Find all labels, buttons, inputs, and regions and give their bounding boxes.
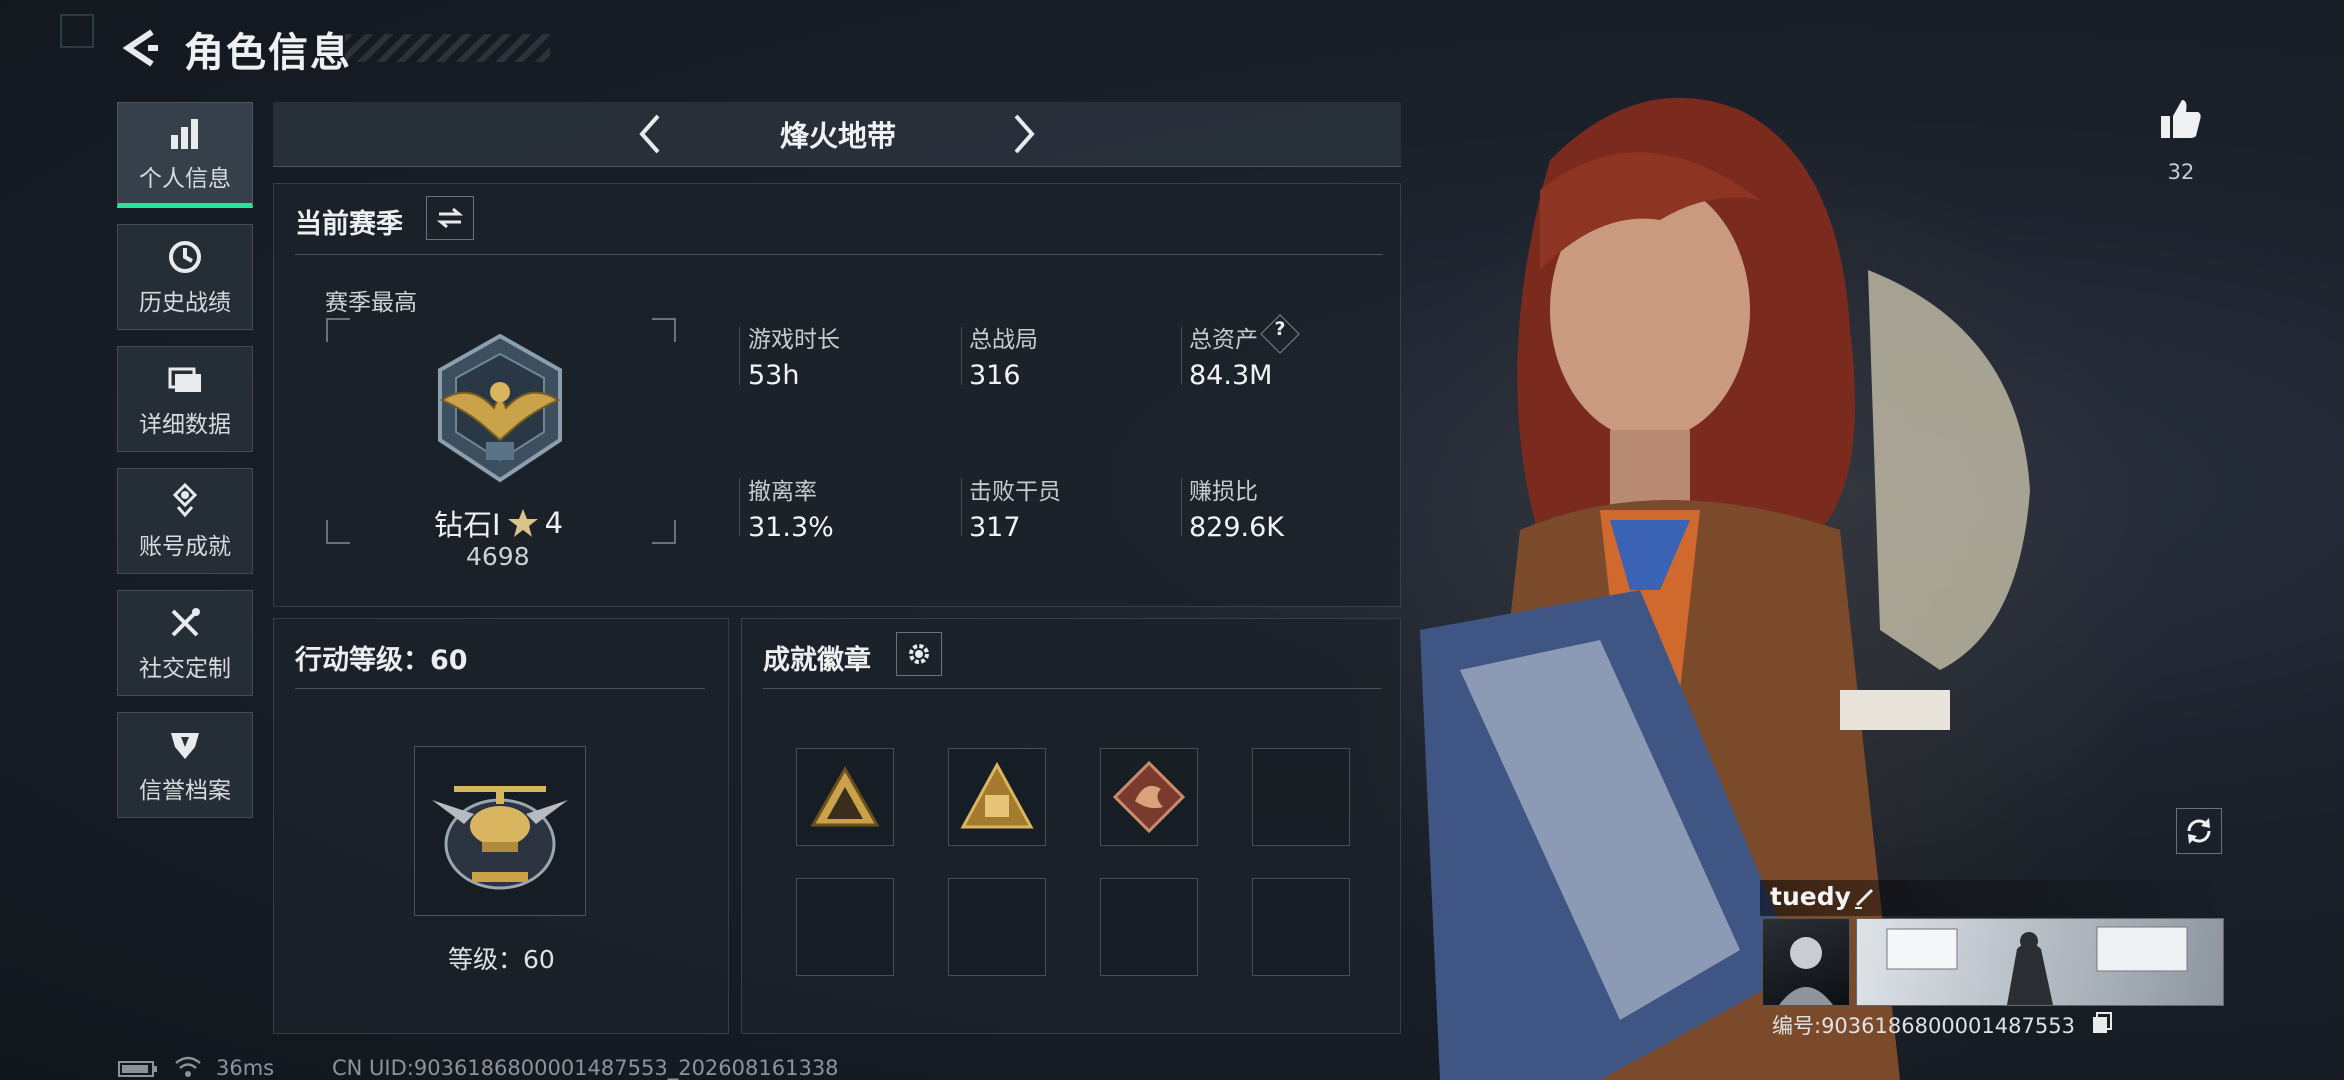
- stat-value-profit-ratio: 829.6K: [1189, 512, 1285, 543]
- cargo-badge-icon: [960, 761, 1034, 829]
- profile-banner[interactable]: [1856, 918, 2224, 1006]
- star-icon: [507, 509, 538, 537]
- rank-points: 4698: [466, 542, 530, 571]
- profile-id: 编号:9036186800001487553: [1772, 1014, 2075, 1038]
- edit-pencil-icon[interactable]: [1852, 884, 1878, 910]
- refresh-button[interactable]: [2176, 808, 2222, 854]
- tools-icon: [171, 608, 200, 637]
- chevron-left-icon[interactable]: [636, 112, 664, 156]
- swap-icon: [436, 207, 464, 229]
- like-count: 32: [2167, 160, 2195, 184]
- switch-season-button[interactable]: [426, 196, 474, 240]
- stat-separator: [961, 478, 962, 536]
- wifi-icon: [175, 1056, 201, 1077]
- sidebar-item-history[interactable]: 历史战绩: [117, 224, 253, 330]
- badge-slot-empty[interactable]: [948, 878, 1046, 976]
- action-level-title: 行动等级：60: [295, 645, 468, 676]
- sidebar-item-label: 社交定制: [139, 656, 231, 682]
- triangle-badge-icon: [810, 765, 880, 827]
- stat-value-total-matches: 316: [969, 360, 1021, 391]
- stat-separator: [1181, 478, 1182, 536]
- stat-separator: [739, 478, 740, 536]
- corner-decoration: [60, 14, 94, 48]
- season-best-label: 赛季最高: [325, 290, 417, 316]
- frame-corner: [652, 520, 676, 544]
- sidebar-item-label: 详细数据: [139, 412, 231, 438]
- profile-name: tuedy: [1770, 882, 1851, 911]
- mode-name: 烽火地带: [780, 119, 897, 153]
- thumbs-up-icon[interactable]: [2158, 96, 2204, 142]
- sidebar-item-achievements[interactable]: 账号成就: [117, 468, 253, 574]
- avatar-portrait-icon: [1779, 937, 1833, 1005]
- shield-badge-icon: [171, 733, 199, 759]
- rank-emblem-icon: [438, 333, 562, 483]
- frame-corner: [326, 520, 350, 544]
- frame-corner: [652, 318, 676, 342]
- frame-corner: [326, 318, 350, 342]
- divider: [295, 254, 1383, 255]
- divider: [763, 688, 1381, 689]
- dragon-badge-icon: [1112, 760, 1186, 834]
- stat-separator: [961, 327, 962, 385]
- achievements-title: 成就徽章: [763, 645, 871, 676]
- medal-icon: [172, 482, 198, 518]
- gear-icon: [909, 644, 929, 664]
- sidebar-item-reputation[interactable]: 信誉档案: [117, 712, 253, 818]
- clock-history-icon: [169, 241, 201, 273]
- sidebar-item-label: 个人信息: [139, 166, 231, 192]
- rank-label: 钻石Ⅰ 4: [434, 502, 563, 544]
- battery-icon: [118, 1061, 157, 1077]
- stat-separator: [1181, 327, 1182, 385]
- badge-slot[interactable]: [1100, 748, 1198, 846]
- sidebar-item-personal-info[interactable]: 个人信息: [117, 102, 253, 208]
- sidebar-item-detail-data[interactable]: 详细数据: [117, 346, 253, 452]
- sidebar-item-social[interactable]: 社交定制: [117, 590, 253, 696]
- rank-stars: 4: [544, 506, 564, 540]
- chevron-right-icon[interactable]: [1010, 112, 1038, 156]
- page-title: 角色信息: [184, 30, 352, 76]
- title-decoration: [345, 34, 550, 62]
- badge-slot[interactable]: [948, 748, 1046, 846]
- bar-chart-icon: [171, 119, 198, 149]
- stat-value-extraction-rate: 31.3%: [748, 512, 834, 543]
- back-arrow-icon[interactable]: [118, 26, 162, 70]
- ping-text: 36ms: [216, 1056, 275, 1080]
- stat-label-playtime: 游戏时长: [748, 327, 840, 353]
- stat-label-extraction-rate: 撤离率: [748, 479, 817, 505]
- stat-label-total-assets: 总资产: [1189, 327, 1258, 353]
- divider: [295, 688, 705, 689]
- sidebar-item-label: 历史战绩: [139, 290, 231, 316]
- badge-slot[interactable]: [796, 748, 894, 846]
- stat-value-operators-defeated: 317: [969, 512, 1021, 543]
- season-title: 当前赛季: [295, 209, 403, 240]
- sidebar-item-label: 账号成就: [139, 534, 231, 560]
- banner-art-icon: [1886, 926, 2188, 1005]
- help-icon[interactable]: ?: [1266, 318, 1294, 340]
- sidebar-item-label: 信誉档案: [139, 778, 231, 804]
- avatar[interactable]: [1762, 918, 1850, 1006]
- achievements-settings-button[interactable]: [896, 632, 942, 676]
- stat-value-playtime: 53h: [748, 360, 800, 391]
- stat-separator: [739, 327, 740, 385]
- stat-label-total-matches: 总战局: [969, 327, 1038, 353]
- copy-icon[interactable]: [2090, 1010, 2114, 1034]
- level-text: 等级：60: [448, 945, 555, 974]
- stat-value-total-assets: 84.3M: [1189, 360, 1273, 391]
- helicopter-emblem-icon: [432, 786, 568, 890]
- rank-name: 钻石Ⅰ: [434, 508, 501, 542]
- folder-icon: [168, 367, 201, 392]
- uid-text: CN UID:9036186800001487553_202608161338: [332, 1056, 839, 1080]
- refresh-icon: [2187, 818, 2211, 844]
- badge-slot-empty[interactable]: [1100, 878, 1198, 976]
- stat-label-profit-ratio: 赚损比: [1189, 479, 1258, 505]
- badge-slot-empty[interactable]: [796, 878, 894, 976]
- stat-label-operators-defeated: 击败干员: [969, 479, 1061, 505]
